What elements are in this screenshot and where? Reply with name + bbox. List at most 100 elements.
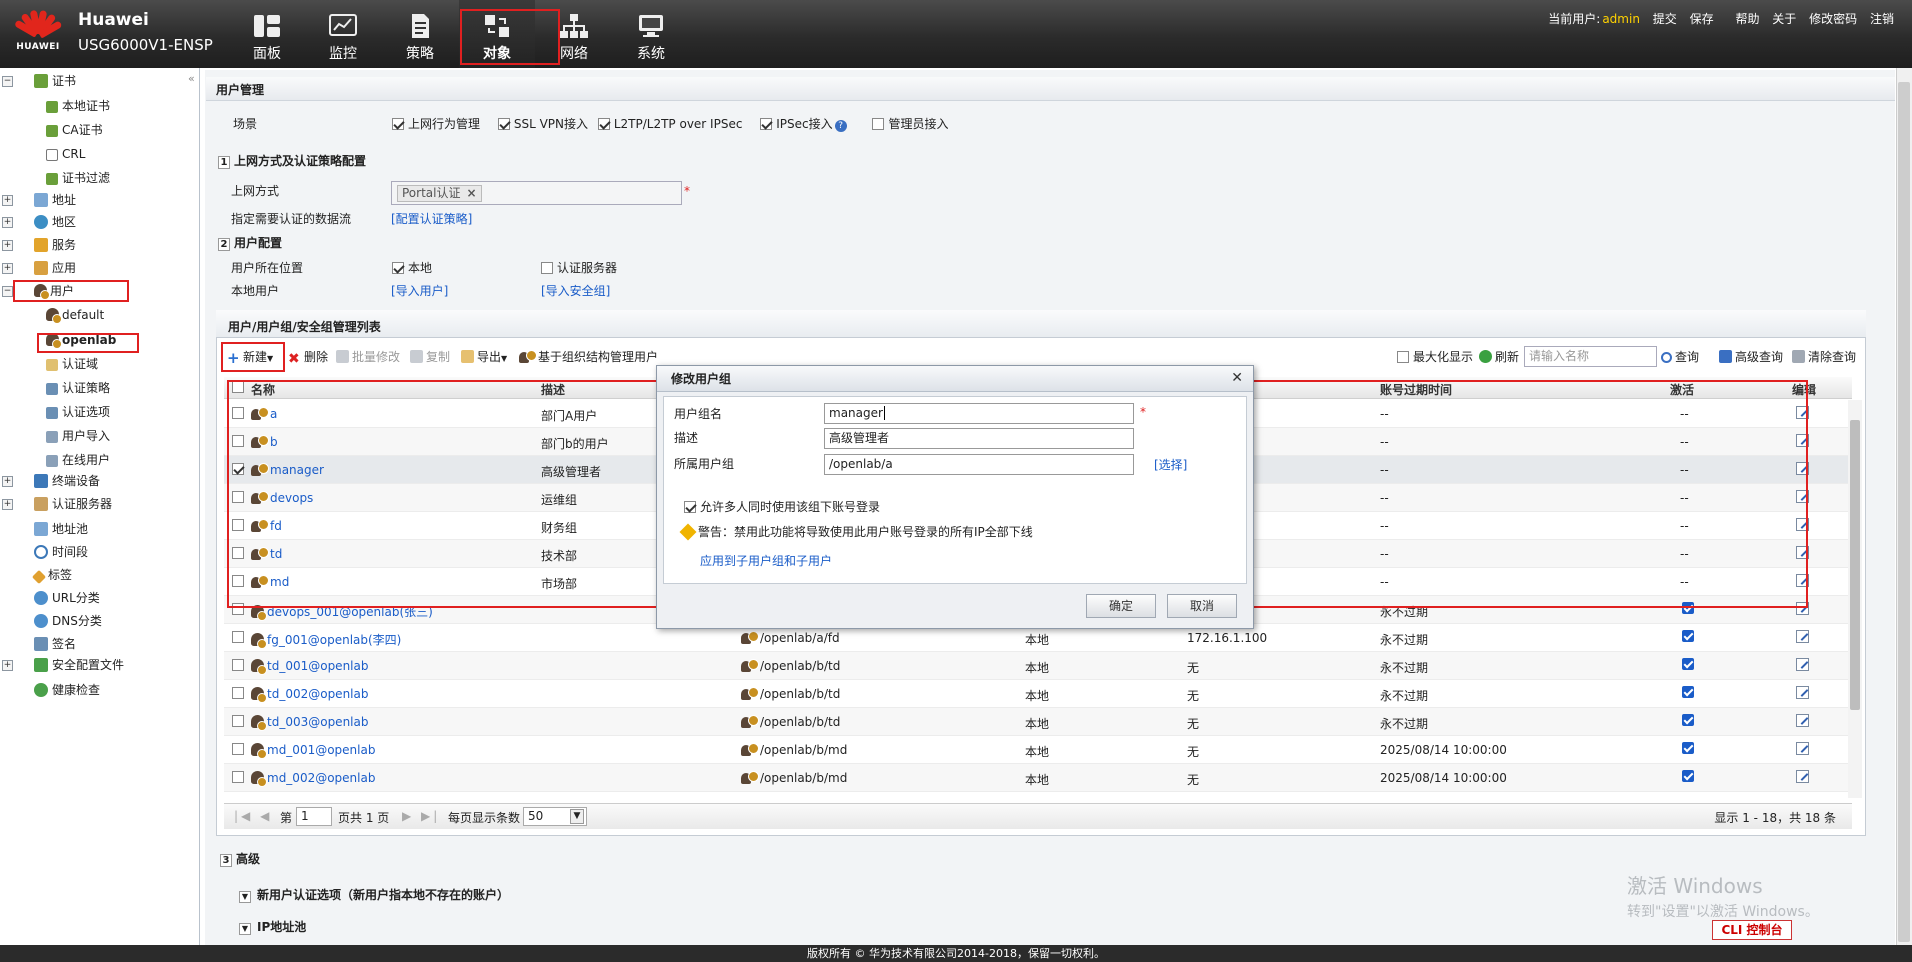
group-name-input[interactable]: manager [824,403,1134,424]
ok-button[interactable]: 确定 [1086,594,1156,618]
clear-query-button[interactable]: 清除查询 [1792,348,1856,365]
row-checkbox[interactable] [232,659,244,671]
loc-server-checkbox[interactable] [541,262,553,274]
apply-to-children-link[interactable]: 应用到子用户组和子用户 [700,552,832,569]
row-edit-button[interactable] [1796,658,1809,674]
sidebar-item-time-range[interactable]: 时间段 [34,541,88,563]
sidebar-item-url-category[interactable]: URL分类 [34,587,100,609]
adv-ip-pool[interactable]: ▼ IP地址池 [239,918,306,935]
row-name[interactable]: td_001@openlab [251,659,368,675]
config-auth-policy-link[interactable]: [配置认证策略] [391,210,472,227]
sidebar-item-auth-domain[interactable]: 认证域 [46,353,98,375]
sidebar-item-security-profile[interactable]: + 安全配置文件 [2,654,124,676]
expand-icon[interactable]: + [2,240,13,251]
table-scroll-thumb[interactable] [1850,420,1860,710]
expand-icon[interactable]: + [2,263,13,274]
maximize-checkbox[interactable] [1397,351,1409,363]
row-active-checkbox[interactable] [1682,742,1694,757]
scene-checkbox[interactable] [497,118,510,130]
row-checkbox[interactable] [232,687,244,699]
row-name[interactable]: td_003@openlab [251,715,368,731]
advanced-query-button[interactable]: 高级查询 [1719,348,1783,365]
expand-icon[interactable]: + [2,499,13,510]
sidebar-item-signature[interactable]: 签名 [34,633,76,655]
refresh-button[interactable]: 刷新 [1479,348,1519,365]
scene-checkbox[interactable] [872,118,885,130]
help-link[interactable]: 帮助 [1735,12,1759,26]
row-edit-button[interactable] [1796,714,1809,730]
org-manage-button[interactable]: 基于组织结构管理用户 [519,348,658,365]
sidebar-item-auth-options[interactable]: 认证选项 [46,401,110,423]
cancel-button[interactable]: 取消 [1167,594,1237,618]
remove-icon[interactable]: × [466,186,476,200]
import-group-link[interactable]: [导入安全组] [541,282,610,299]
sidebar-item-cert-filter[interactable]: 证书过滤 [46,167,110,189]
cli-console-button[interactable]: CLI 控制台 [1712,920,1792,940]
row-active-checkbox[interactable] [1682,630,1694,645]
expand-icon[interactable]: + [2,476,13,487]
adv-new-user-options[interactable]: ▼ 新用户认证选项（新用户指本地不存在的账户） [239,886,509,903]
table-row[interactable]: td_001@openlab/openlab/b/td 本地 无 永不过期 [224,652,1852,680]
sidebar-item-user-import[interactable]: 用户导入 [46,425,110,447]
row-edit-button[interactable] [1796,686,1809,702]
parent-group-input[interactable]: /openlab/a [824,454,1134,475]
submit-link[interactable]: 提交 [1653,12,1677,26]
sidebar-item-online-users[interactable]: 在线用户 [46,449,110,471]
nav-monitor[interactable]: 监控 [305,0,381,68]
sidebar-item-crl[interactable]: CRL [46,143,85,165]
group-desc-input[interactable]: 高级管理者 [824,428,1134,449]
row-checkbox[interactable] [232,715,244,727]
nav-policy[interactable]: 策略 [382,0,458,68]
row-active-checkbox[interactable] [1682,770,1694,785]
sidebar-item-terminal[interactable]: + 终端设备 [2,470,100,492]
help-icon[interactable]: ? [834,120,847,132]
row-name[interactable]: td_002@openlab [251,687,368,703]
row-edit-button[interactable] [1796,770,1809,786]
sidebar-item-local-cert[interactable]: 本地证书 [46,95,110,117]
maximize-option[interactable]: 最大化显示 [1397,348,1473,365]
per-page-select[interactable]: 50 ▼ [523,807,587,826]
sidebar-item-default[interactable]: default [46,304,104,326]
sidebar-item-address[interactable]: + 地址 [2,189,76,211]
change-password-link[interactable]: 修改密码 [1809,12,1857,26]
sidebar-item-ca-cert[interactable]: CA证书 [46,119,103,141]
row-active-checkbox[interactable] [1682,714,1694,729]
row-edit-button[interactable] [1796,630,1809,646]
collapse-icon[interactable]: − [2,76,13,87]
scene-checkbox[interactable] [597,118,610,130]
access-mode-field[interactable]: Portal认证 × [391,181,682,205]
nav-system[interactable]: 系统 [613,0,689,68]
expand-icon[interactable]: + [2,217,13,228]
page-scroll-thumb[interactable] [1898,82,1910,942]
table-row[interactable]: md_001@openlab/openlab/b/md 本地 无 2025/08/14… [224,736,1852,764]
pager-next-last-icon[interactable]: ▶ ▶| [402,809,440,823]
row-name[interactable]: md_002@openlab [251,771,375,787]
sidebar-item-application[interactable]: + 应用 [2,257,76,279]
sidebar-item-cert[interactable]: − 证书 [2,70,76,92]
loc-local-checkbox[interactable] [392,262,404,274]
copy-button[interactable]: 复制 [410,348,450,365]
table-row[interactable]: td_002@openlab/openlab/b/td 本地 无 永不过期 [224,680,1852,708]
export-button[interactable]: 导出▼ [461,348,507,365]
pager-first-prev-icon[interactable]: |◀ ◀ [234,809,272,823]
save-link[interactable]: 保存 [1690,12,1714,26]
scene-checkbox[interactable] [760,118,773,130]
search-input[interactable]: 请输入名称 [1524,346,1657,367]
sidebar-item-health-check[interactable]: 健康检查 [34,679,100,701]
table-row[interactable]: md_002@openlab/openlab/b/md 本地 无 2025/08/14… [224,764,1852,792]
sidebar-item-tag[interactable]: 标签 [31,564,72,586]
row-active-checkbox[interactable] [1682,686,1694,701]
page-input[interactable]: 1 [296,807,332,826]
query-button[interactable]: 查询 [1661,348,1699,365]
import-user-link[interactable]: [导入用户] [391,282,448,299]
delete-button[interactable]: ✖ 删除 [288,348,328,366]
row-name[interactable]: md_001@openlab [251,743,375,759]
row-checkbox[interactable] [232,771,244,783]
allow-multi-login-checkbox[interactable] [684,501,696,513]
table-row[interactable]: td_003@openlab/openlab/b/td 本地 无 永不过期 [224,708,1852,736]
row-name[interactable]: fg_001@openlab(李四) [251,631,401,649]
nav-dashboard[interactable]: 面板 [229,0,305,68]
close-icon[interactable]: ✕ [1231,370,1243,386]
select-group-link[interactable]: [选择] [1154,456,1187,473]
row-checkbox[interactable] [232,743,244,755]
